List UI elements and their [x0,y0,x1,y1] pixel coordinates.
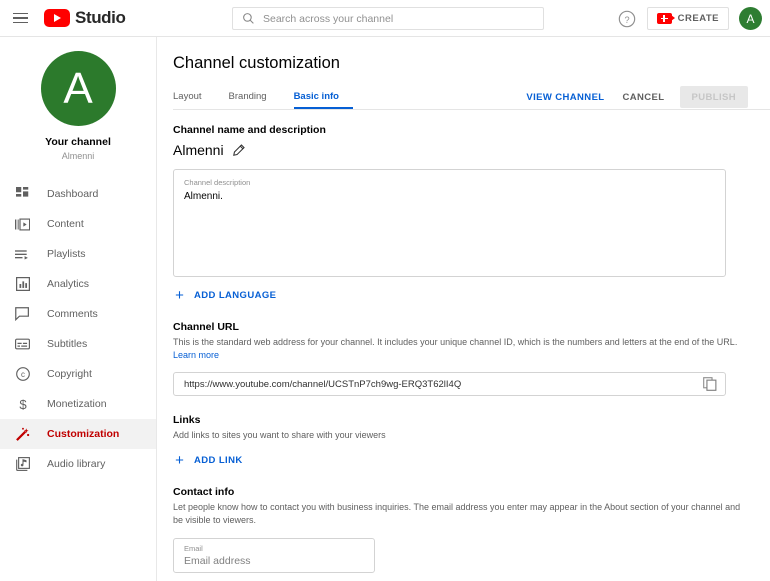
tab-branding[interactable]: Branding [229,91,281,109]
analytics-icon [14,276,31,293]
youtube-play-icon [44,9,70,27]
sidebar-nav: Dashboard Content Playlists Analytics Co… [0,179,156,479]
content-icon [14,216,31,233]
sidebar-item-label: Playlists [47,248,86,260]
email-field[interactable]: Email Email address [173,538,375,574]
sidebar-item-dashboard[interactable]: Dashboard [0,179,156,209]
comments-icon [14,306,31,323]
search-icon [243,13,254,24]
links-section-title: Links [173,414,201,427]
create-button[interactable]: CREATE [646,7,729,30]
url-section-title: Channel URL [173,321,239,333]
sidebar: A Your channel Almenni Dashboard Content… [0,37,157,581]
brand-label: Studio [75,8,126,27]
add-language-button[interactable]: + ADD LANGUAGE [173,288,751,303]
plus-icon: + [175,287,184,304]
tab-bar: Layout Branding Basic info VIEW CHANNEL … [173,86,770,110]
channel-avatar[interactable]: A [40,51,116,126]
channel-url-field[interactable]: https://www.youtube.com/channel/UCSTnP7c… [173,372,726,397]
top-bar-actions: ? CREATE A [617,0,762,37]
add-link-label: ADD LINK [194,455,243,467]
help-circle-icon[interactable]: ? [617,9,637,29]
url-description-text: This is the standard web address for you… [173,337,738,347]
channel-description-field[interactable]: Channel description Almenni. [173,169,726,277]
youtube-studio-app: Studio ? CREATE A A [0,0,770,581]
video-camera-plus-icon [656,13,676,24]
sidebar-item-label: Customization [47,428,120,440]
dashboard-icon [14,186,31,203]
sidebar-item-label: Comments [47,308,98,320]
pencil-icon[interactable] [232,143,245,157]
contact-section-description: Let people know how to contact you with … [173,502,741,526]
links-section-description: Add links to sites you want to share wit… [173,430,386,441]
header-actions: VIEW CHANNEL CANCEL PUBLISH [517,86,748,108]
svg-text:$: $ [19,397,27,412]
dollar-icon: $ [14,396,31,413]
cancel-button[interactable]: CANCEL [614,92,674,103]
svg-text:?: ? [624,14,629,24]
publish-button[interactable]: PUBLISH [679,86,748,108]
sidebar-item-monetization[interactable]: $ Monetization [0,389,156,419]
hamburger-icon[interactable] [10,7,32,29]
studio-logo[interactable]: Studio [44,8,126,28]
channel-description-value: Almenni. [184,191,223,202]
sidebar-channel-name: Almenni [61,151,95,161]
sidebar-item-content[interactable]: Content [0,209,156,239]
url-section-description: This is the standard web address for you… [173,336,751,362]
add-link-button[interactable]: + ADD LINK [173,453,751,468]
tab-layout[interactable]: Layout [173,91,216,109]
copyright-icon: c [14,366,31,383]
view-channel-link[interactable]: VIEW CHANNEL [517,92,613,103]
name-section-title: Channel name and description [173,124,326,136]
top-bar: Studio ? CREATE A [0,0,770,37]
sidebar-item-label: Audio library [47,458,106,470]
channel-name-value: Almenni [173,142,224,158]
sidebar-item-label: Content [47,218,84,230]
sidebar-item-customization[interactable]: Customization [0,419,156,449]
search-input[interactable] [263,8,543,29]
learn-more-link[interactable]: Learn more [173,350,219,360]
email-field-placeholder: Email address [184,555,251,568]
create-button-label: CREATE [677,13,719,24]
copy-icon[interactable] [703,377,717,391]
sidebar-item-comments[interactable]: Comments [0,299,156,329]
your-channel-label: Your channel [45,136,111,148]
sidebar-item-label: Copyright [47,368,92,380]
sidebar-item-analytics[interactable]: Analytics [0,269,156,299]
audio-library-icon [14,456,31,473]
email-field-label: Email [184,544,203,554]
search-box[interactable] [232,7,544,30]
basic-info-panel: Channel name and description Almenni Cha… [173,124,751,574]
avatar[interactable]: A [739,7,762,30]
sidebar-item-copyright[interactable]: c Copyright [0,359,156,389]
sidebar-item-audio-library[interactable]: Audio library [0,449,156,479]
main-content: Channel customization Layout Branding Ba… [157,37,770,581]
page-title: Channel customization [173,54,340,72]
sidebar-item-playlists[interactable]: Playlists [0,239,156,269]
tab-basic-info[interactable]: Basic info [293,91,353,109]
add-language-label: ADD LANGUAGE [194,290,277,301]
sidebar-item-subtitles[interactable]: Subtitles [0,329,156,359]
sidebar-item-label: Dashboard [47,188,99,200]
magic-wand-icon [14,426,31,443]
sidebar-item-label: Analytics [47,278,90,290]
subtitles-icon [14,336,31,353]
sidebar-channel-block[interactable]: A Your channel Almenni [0,37,156,161]
channel-name-row: Almenni [173,142,751,158]
playlists-icon [14,246,31,263]
svg-text:c: c [21,370,25,379]
sidebar-item-label: Subtitles [47,338,88,350]
channel-url-value: https://www.youtube.com/channel/UCSTnP7c… [184,378,462,390]
channel-description-label: Channel description [184,178,251,187]
plus-icon: + [175,452,184,470]
contact-section-title: Contact info [173,486,235,499]
sidebar-item-label: Monetization [47,398,107,410]
